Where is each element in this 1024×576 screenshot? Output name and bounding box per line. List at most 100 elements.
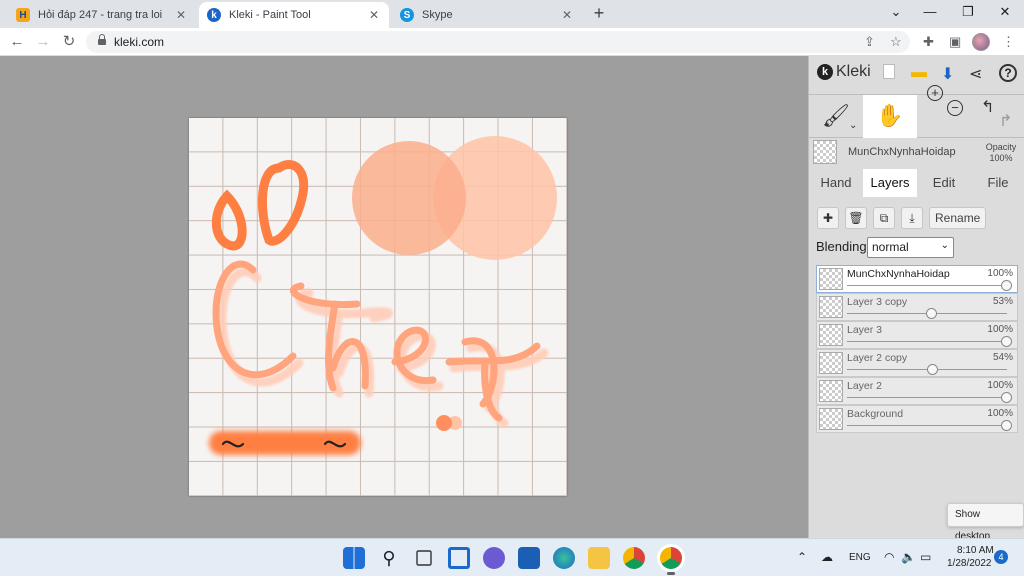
duplicate-layer-button[interactable]: ⧉: [873, 207, 895, 229]
opacity-slider-handle[interactable]: [925, 308, 937, 319]
kleki-side-panel: k Kleki ▬ ⬇ ⋖ ? 🖌 ⌄ ✋ + − ↰ ↱ MunChxNynh…: [808, 56, 1024, 538]
blending-value: normal: [872, 240, 909, 254]
opacity-slider-handle[interactable]: [1001, 336, 1012, 347]
rename-button[interactable]: Rename: [929, 207, 987, 229]
reload-icon[interactable]: ↻: [60, 33, 78, 51]
layer-opacity-value: 53%: [992, 296, 1013, 307]
tab-skype[interactable]: S Skype ✕: [392, 2, 582, 28]
tray-chevron-icon[interactable]: ⌃: [797, 550, 807, 564]
volume-icon[interactable]: 🔈: [901, 550, 916, 564]
opacity-slider-handle[interactable]: [1001, 420, 1012, 431]
redo-icon[interactable]: ↱: [999, 101, 1012, 143]
tab-title: Skype: [422, 9, 453, 21]
tab-hoidap[interactable]: H Hỏi đáp 247 - trang tra loi ✕: [8, 2, 196, 28]
share-icon[interactable]: ⋖: [969, 64, 982, 84]
clock-date[interactable]: 1/28/2022: [947, 558, 992, 569]
kleki-logo-icon: k: [817, 64, 833, 80]
kleki-logo[interactable]: k Kleki: [817, 63, 871, 81]
layer-row[interactable]: Layer 3 100%: [816, 321, 1018, 349]
layer-thumbnail: [819, 296, 843, 318]
delete-layer-button[interactable]: 🗑: [845, 207, 867, 229]
extensions-icon[interactable]: ✚: [923, 34, 934, 50]
blending-label: Blending: [816, 239, 867, 254]
notification-badge[interactable]: 4: [994, 550, 1008, 564]
file-explorer-icon[interactable]: [588, 547, 610, 569]
task-view-icon[interactable]: [416, 550, 432, 566]
tab-file[interactable]: File: [971, 169, 1024, 197]
back-icon[interactable]: ←: [8, 33, 26, 51]
tab-search-icon[interactable]: ⌄: [886, 4, 906, 20]
search-icon[interactable]: ⚲: [378, 547, 400, 569]
drawing-canvas[interactable]: [189, 118, 567, 496]
tab-title: Kleki - Paint Tool: [229, 9, 311, 21]
opacity-slider-handle[interactable]: [927, 364, 939, 375]
chrome-profile-icon[interactable]: [660, 547, 682, 569]
new-tab-button[interactable]: +: [590, 4, 608, 22]
tab-hand[interactable]: Hand: [809, 169, 863, 197]
browser-tab-strip: H Hỏi đáp 247 - trang tra loi ✕ k Kleki …: [0, 0, 1024, 28]
merge-layer-button[interactable]: ⤓: [901, 207, 923, 229]
lettering-shadow: [217, 267, 549, 428]
dot-main: [436, 415, 452, 431]
mail-icon[interactable]: [518, 547, 540, 569]
ear-right: [257, 160, 309, 246]
wifi-icon[interactable]: ◠: [884, 550, 894, 564]
layer-opacity-value: 100%: [987, 380, 1013, 391]
blending-select[interactable]: normal ⌄: [867, 237, 954, 258]
zoom-out-icon[interactable]: −: [947, 100, 963, 116]
profile-avatar[interactable]: [972, 33, 990, 51]
opacity-slider-track[interactable]: [847, 425, 1007, 426]
layer-row[interactable]: Background 100%: [816, 405, 1018, 433]
layer-row[interactable]: Layer 2 100%: [816, 377, 1018, 405]
add-layer-button[interactable]: ✚: [817, 207, 839, 229]
lettering-main: [212, 260, 541, 422]
forward-icon[interactable]: →: [34, 33, 52, 51]
new-image-icon[interactable]: [883, 64, 895, 79]
share-icon[interactable]: ⇪: [864, 34, 875, 50]
widgets-icon[interactable]: [448, 547, 470, 569]
window-close-icon[interactable]: ✕: [995, 4, 1015, 20]
layer-thumbnail: [819, 408, 843, 430]
start-icon[interactable]: [343, 547, 365, 569]
canvas-workspace[interactable]: [0, 56, 808, 538]
brush-tool-button[interactable]: 🖌 ⌄: [809, 95, 863, 138]
current-layer-name: MunChxNynhaHoidap: [848, 146, 956, 158]
chrome-icon[interactable]: [623, 547, 645, 569]
hand-tool-button[interactable]: ✋: [863, 95, 917, 138]
zoom-in-icon[interactable]: +: [927, 85, 943, 101]
opacity-slider-track[interactable]: [847, 341, 1007, 342]
opacity-label: Opacity: [985, 142, 1017, 152]
minimize-icon[interactable]: —: [920, 4, 940, 19]
layer-row[interactable]: Layer 2 copy 54%: [816, 349, 1018, 377]
tab-edit[interactable]: Edit: [917, 169, 971, 197]
layer-row[interactable]: Layer 3 copy 53%: [816, 293, 1018, 321]
download-icon[interactable]: ⬇: [941, 64, 954, 84]
zoom-tool-button[interactable]: + −: [917, 85, 971, 138]
clock-time[interactable]: 8:10 AM: [957, 545, 994, 556]
language-indicator[interactable]: ENG: [849, 552, 871, 563]
help-icon[interactable]: ?: [999, 64, 1017, 82]
battery-icon[interactable]: ▭: [920, 550, 931, 564]
undo-icon[interactable]: ↰: [981, 87, 994, 129]
address-bar[interactable]: kleki.com ⇪ ☆: [86, 31, 910, 53]
menu-icon[interactable]: ⋮: [1002, 34, 1015, 50]
teams-chat-icon[interactable]: [483, 547, 505, 569]
opacity-slider-handle[interactable]: [1001, 392, 1012, 403]
opacity-slider-handle[interactable]: [1001, 280, 1012, 291]
onedrive-icon[interactable]: ☁: [821, 550, 833, 564]
tab-kleki[interactable]: k Kleki - Paint Tool ✕: [199, 2, 389, 28]
opacity-slider-track[interactable]: [847, 397, 1007, 398]
open-folder-icon[interactable]: ▬: [911, 64, 927, 82]
edge-icon[interactable]: [553, 547, 575, 569]
bookmark-star-icon[interactable]: ☆: [890, 34, 902, 50]
layer-name: Layer 3 copy: [847, 296, 908, 308]
close-icon[interactable]: ✕: [560, 8, 574, 22]
ear-left: [211, 189, 247, 251]
tab-layers[interactable]: Layers: [863, 169, 917, 197]
close-icon[interactable]: ✕: [367, 8, 381, 22]
side-panel-icon[interactable]: ▣: [949, 34, 961, 50]
restore-icon[interactable]: ❐: [958, 4, 978, 20]
opacity-slider-track[interactable]: [847, 285, 1007, 286]
layer-row[interactable]: MunChxNynhaHoidap 100%: [816, 265, 1018, 293]
close-icon[interactable]: ✕: [174, 8, 188, 22]
